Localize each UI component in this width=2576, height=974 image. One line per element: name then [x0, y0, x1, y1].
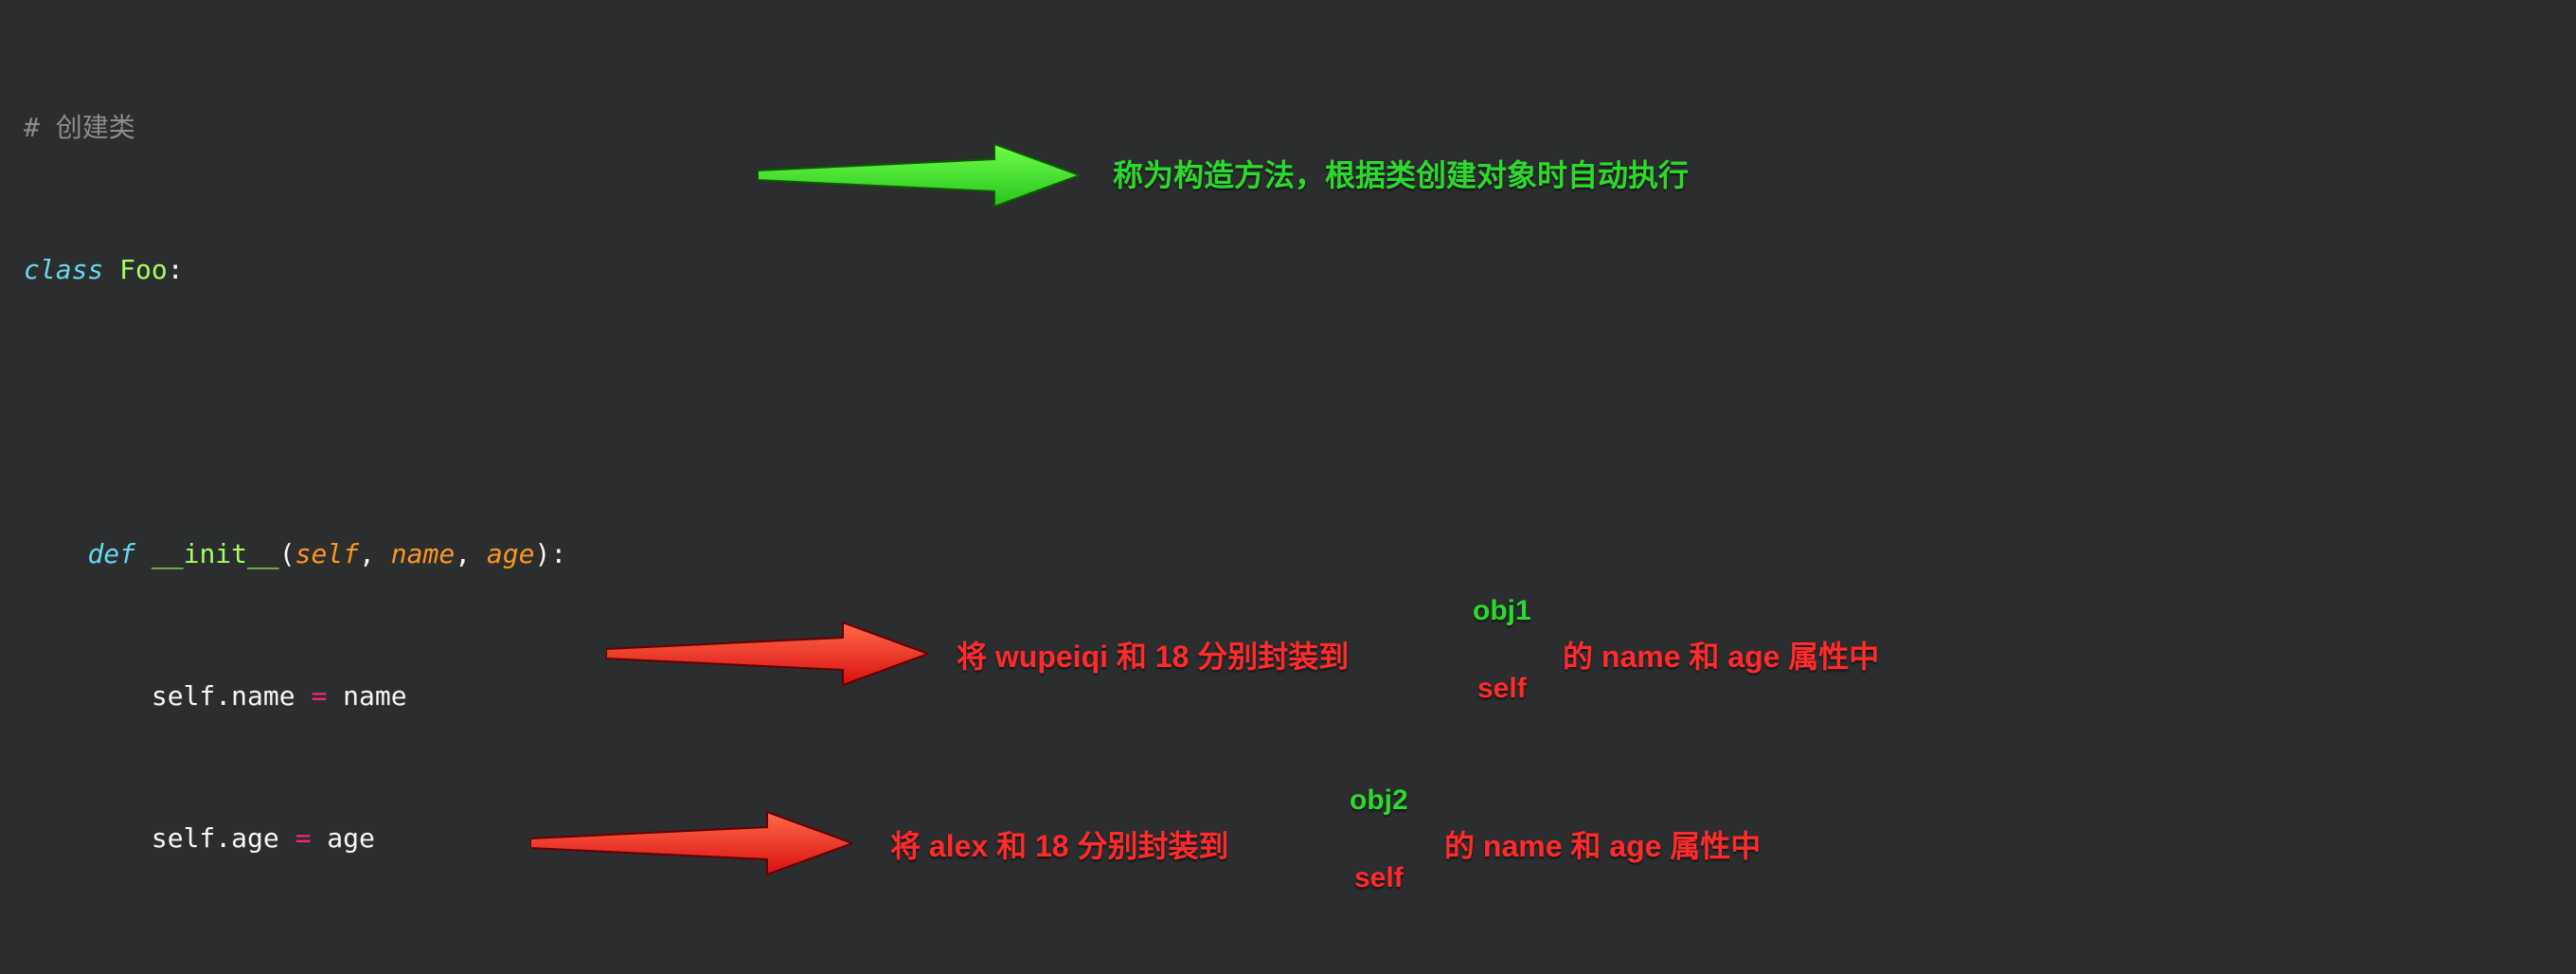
arrow-red-icon — [606, 621, 928, 687]
arrow-green-icon — [758, 142, 1080, 208]
comment: # 创建类 — [24, 112, 135, 143]
annotation-obj1-top: obj1 — [1473, 595, 1531, 627]
code-line: self.age = age — [24, 815, 566, 862]
code-line: class Foo: — [24, 246, 566, 294]
annotation-obj1-bot: self — [1477, 673, 1527, 705]
class-name: Foo — [103, 254, 167, 285]
fn-name: __init__ — [135, 538, 279, 569]
code-line — [24, 388, 566, 436]
code-line: # 创建类 — [24, 104, 566, 152]
annotation-obj1-b: 的 name 和 age 属性中 — [1563, 633, 1879, 676]
param-self: self — [295, 538, 359, 569]
annotation-constructor: 称为构造方法，根据类创建对象时自动执行 — [1113, 152, 1689, 195]
assign: self.name — [24, 680, 311, 712]
kw-class: class — [24, 254, 103, 285]
annotation-obj2-bot: self — [1354, 862, 1404, 894]
annotation-obj1-a: 将 wupeiqi 和 18 分别封装到 — [957, 633, 1349, 676]
kw-def: def — [87, 538, 135, 569]
assign: self.age — [24, 822, 295, 854]
code-line: def __init__(self, name, age): — [24, 531, 566, 578]
code-line: self.name = name — [24, 673, 566, 720]
annotation-obj2-top: obj2 — [1350, 785, 1408, 817]
code-line — [24, 957, 566, 974]
param-name: name — [391, 538, 455, 569]
annotation-obj2-b: 的 name 和 age 属性中 — [1444, 822, 1761, 866]
arrow-red-icon — [530, 810, 852, 876]
annotation-obj2-a: 将 alex 和 18 分别封装到 — [890, 822, 1228, 866]
param-age: age — [487, 538, 535, 569]
diagram-root: # 创建类 class Foo: def __init__(self, name… — [0, 0, 2576, 974]
code-block: # 创建类 class Foo: def __init__(self, name… — [24, 9, 566, 974]
punct: : — [168, 254, 184, 285]
